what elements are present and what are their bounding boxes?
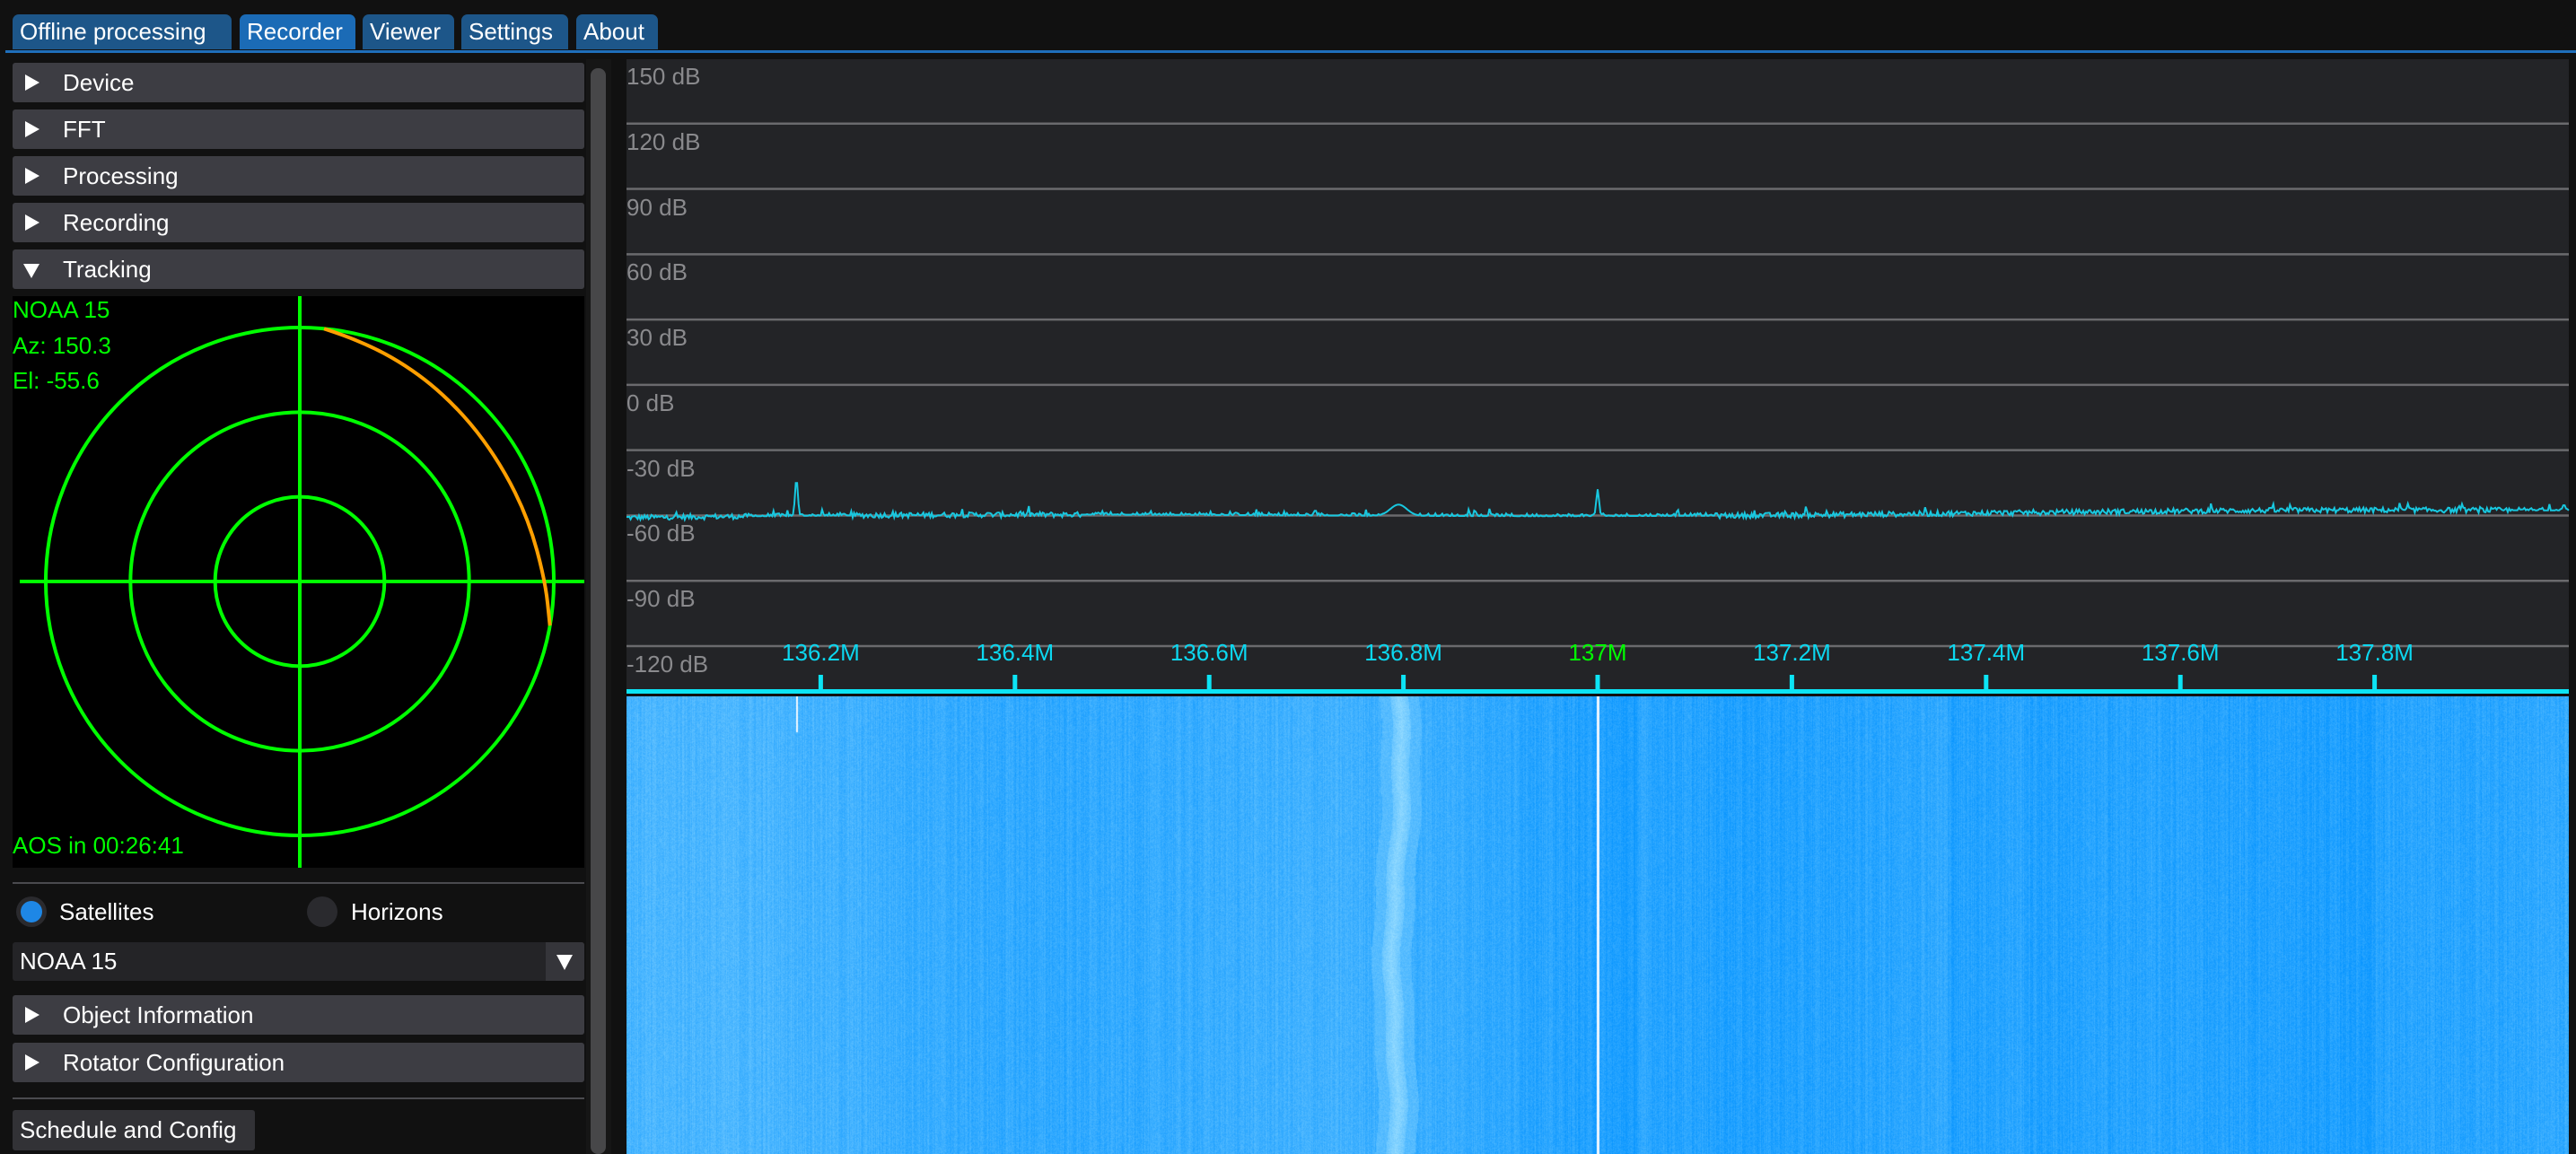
object-select-value: NOAA 15 [20,948,118,975]
frequency-tick [818,675,823,691]
frequency-tick [1401,675,1406,691]
radio-satellites-label: Satellites [59,898,154,925]
aos-countdown: AOS in 00:26:41 [13,832,184,859]
frequency-tick-label: 136.4M [976,639,1055,666]
y-tick-label: 30 dB [626,324,688,352]
caret-right-icon [25,1007,39,1023]
y-tick-label: 90 dB [626,193,688,221]
frequency-tick [1206,675,1212,691]
chevron-down-icon [556,955,573,970]
frequency-tick [1789,675,1794,691]
y-tick-label: 150 dB [626,63,701,90]
radio-horizons[interactable] [307,896,337,927]
separator [13,882,584,884]
schedule-and-config-button[interactable]: Schedule and Config [13,1110,255,1150]
frequency-tick [2177,675,2183,691]
center-frequency-label: 137M [1568,639,1627,666]
frequency-tick [2372,675,2378,691]
waterfall-display[interactable] [626,696,2569,1154]
object-select[interactable]: NOAA 15 [13,942,584,981]
y-tick-label: -120 dB [626,651,709,678]
separator [13,1097,584,1099]
y-tick-label: 60 dB [626,258,688,286]
frequency-tick [1595,675,1600,691]
radio-selected-dot [21,901,42,922]
frequency-tick-label: 137.4M [1947,639,2026,666]
frequency-tick-label: 136.8M [1364,639,1442,666]
object-select-toggle[interactable] [546,942,584,981]
section-header-object-information[interactable]: Object Information [13,995,584,1035]
frequency-tick [1984,675,1989,691]
radio-satellites[interactable] [16,896,47,927]
frequency-tick-label: 136.6M [1170,639,1249,666]
frequency-tick-label: 137.6M [2141,639,2220,666]
y-tick-label: 120 dB [626,127,701,155]
frequency-tick-label: 137.2M [1753,639,1831,666]
y-tick-label: 0 dB [626,389,675,416]
spectrum-line [626,482,2570,522]
y-tick-label: -60 dB [626,520,696,547]
frequency-tick-label: 136.2M [782,639,860,666]
section-header-rotator-configuration[interactable]: Rotator Configuration [13,1043,584,1082]
frequency-tick [1012,675,1018,691]
spectrum-chart [626,122,2570,694]
y-tick-label: -90 dB [626,585,696,613]
section-header-label: Rotator Configuration [63,1049,285,1076]
frequency-tick-label: 137.8M [2335,639,2414,666]
caret-right-icon [25,1054,39,1071]
y-tick-label: -30 dB [626,454,696,482]
radio-horizons-label: Horizons [351,898,443,925]
section-header-label: Object Information [63,1001,254,1028]
